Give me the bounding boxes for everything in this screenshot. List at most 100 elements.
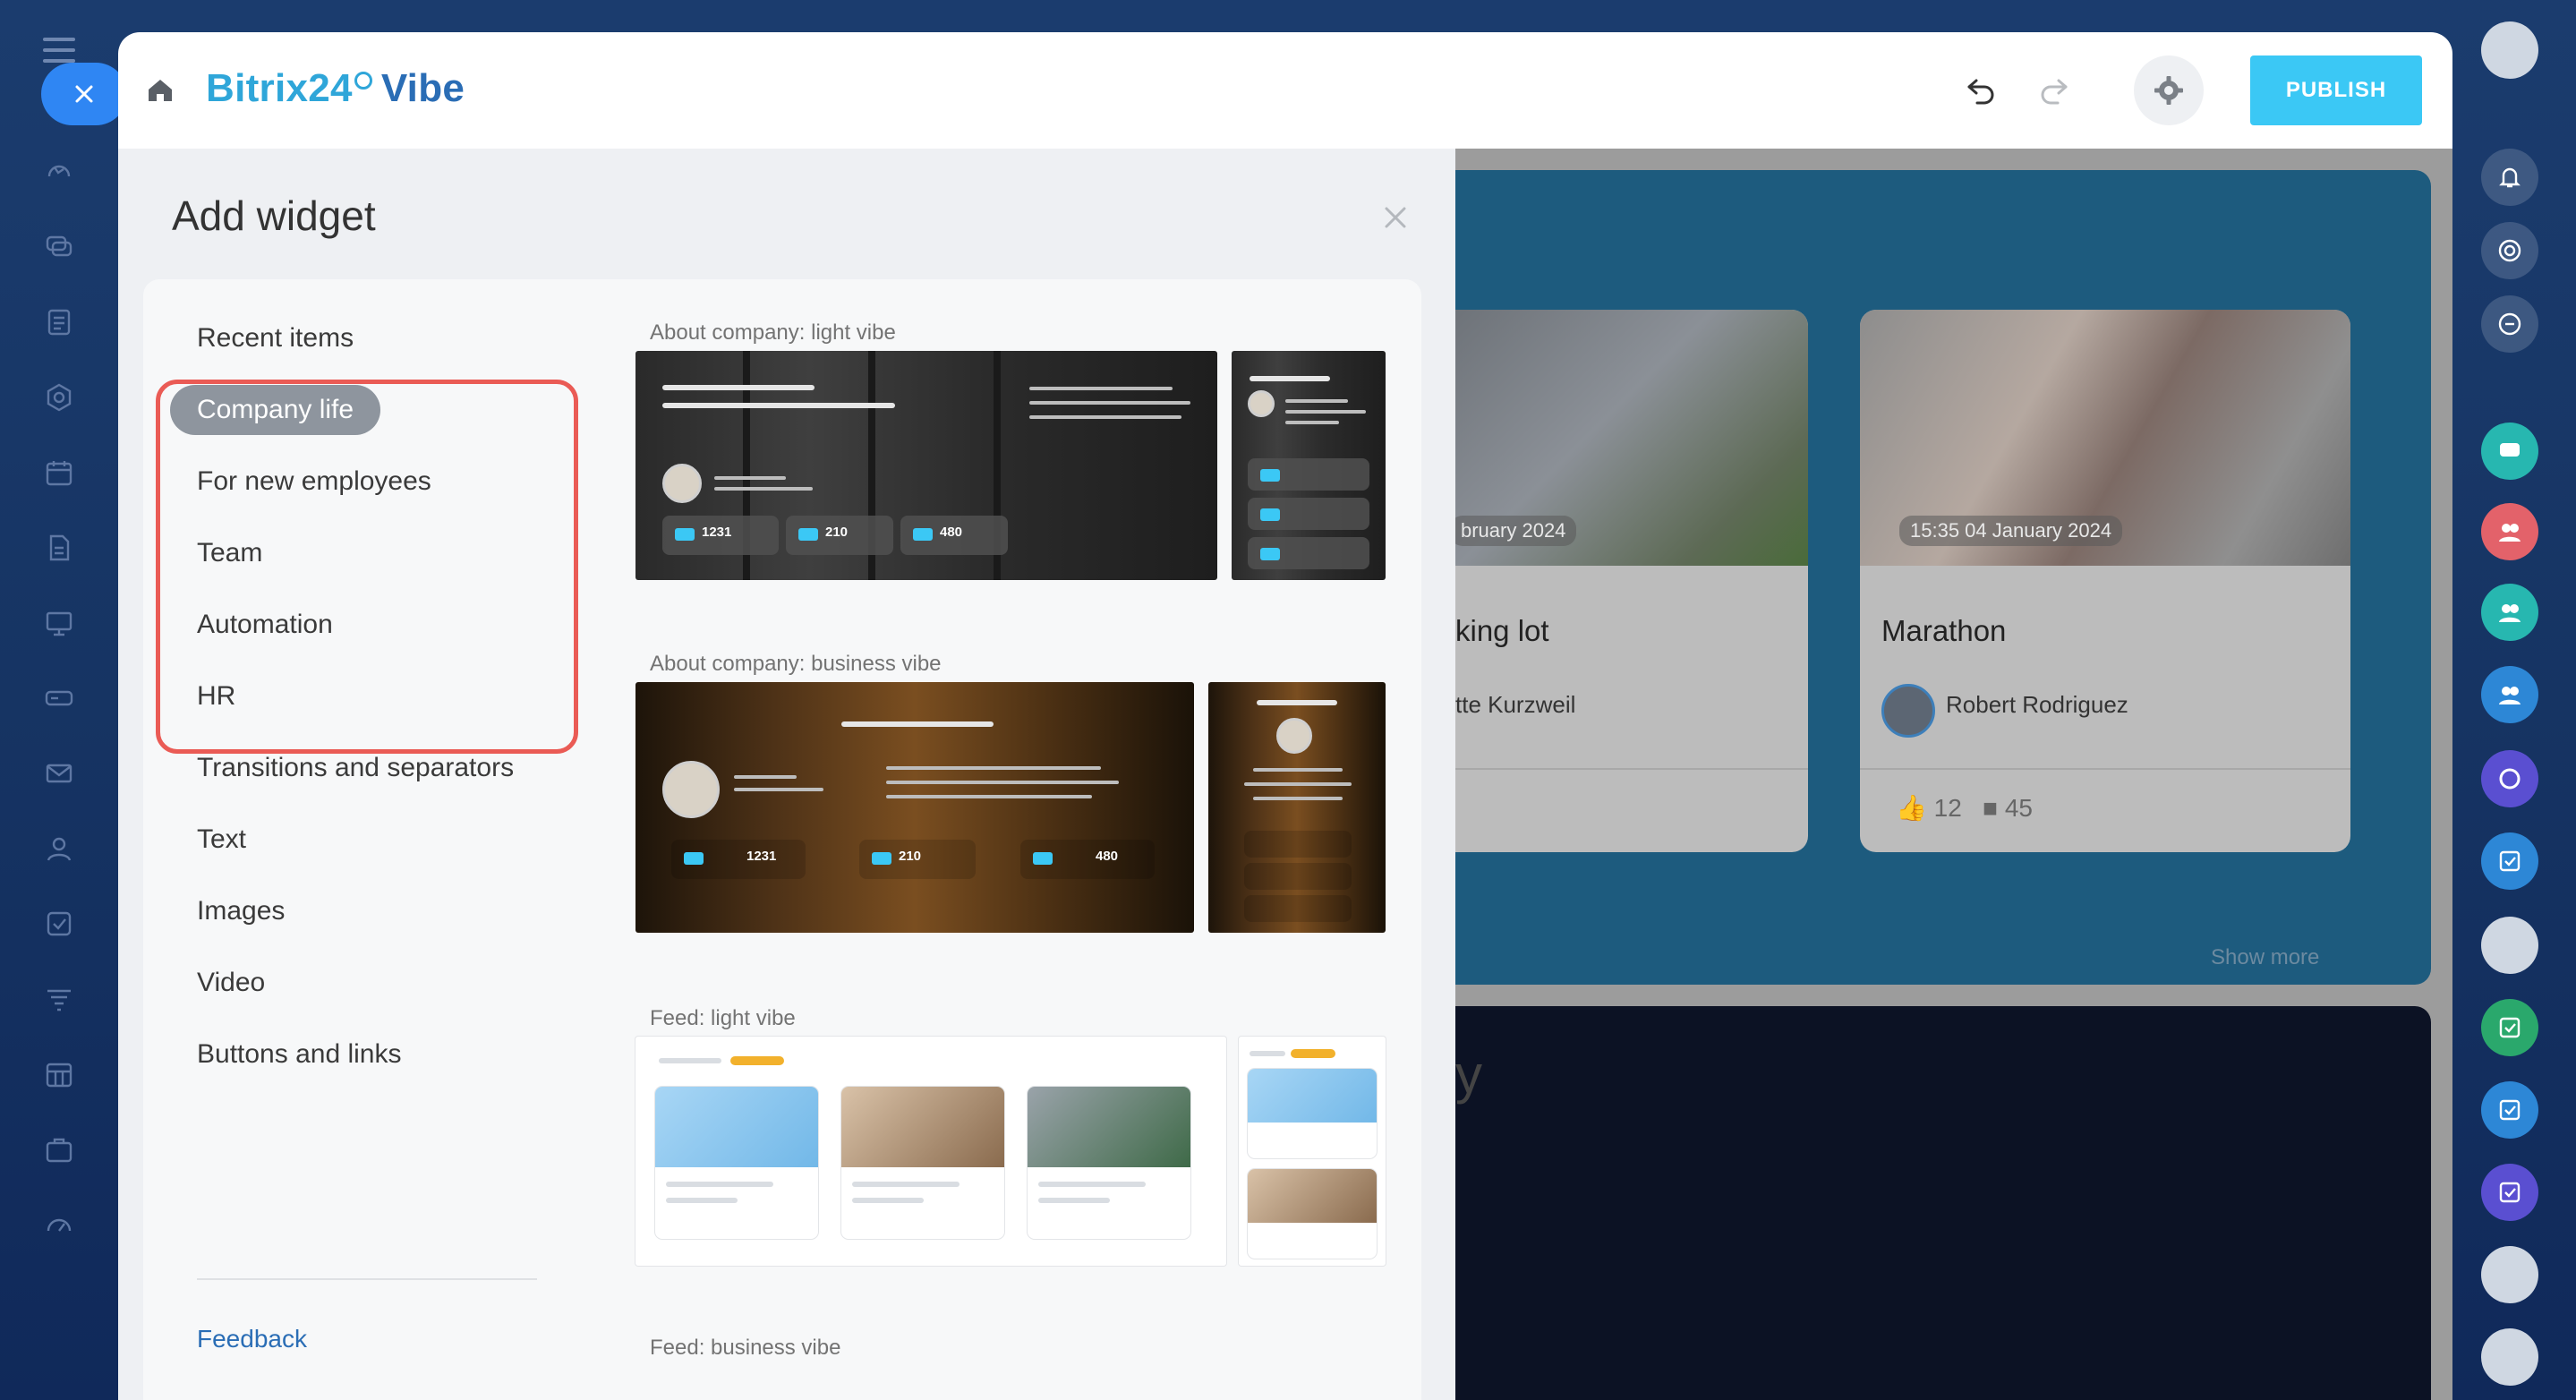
category-for-new-employees[interactable]: For new employees (197, 457, 431, 507)
bell-icon[interactable] (2481, 149, 2538, 206)
user-avatar[interactable] (2481, 1328, 2538, 1386)
feed-card[interactable]: bruary 2024 king lot tte Kurzweil (1455, 310, 1808, 852)
widget-preview-feed-light[interactable] (635, 1037, 1226, 1266)
user-avatar[interactable] (2481, 1246, 2538, 1303)
text-line (666, 1182, 773, 1187)
category-hr[interactable]: HR (197, 671, 235, 721)
category-transitions-and-separators[interactable]: Transitions and separators (197, 743, 514, 793)
badge (1291, 1049, 1335, 1058)
target-icon[interactable] (2481, 222, 2538, 279)
preview-label: About company: business vibe (650, 652, 942, 676)
text-line (1038, 1182, 1146, 1187)
redo-icon[interactable] (2035, 72, 2071, 107)
badge (730, 1056, 784, 1065)
text-line (659, 1058, 721, 1063)
widget-preview-about-light-mobile[interactable] (1232, 351, 1386, 580)
chat-team-icon[interactable] (2481, 423, 2538, 480)
group-icon[interactable] (2481, 666, 2538, 723)
task-icon[interactable] (2481, 1164, 2538, 1221)
user-avatar[interactable] (2481, 21, 2538, 79)
text-line (734, 788, 823, 791)
stat-tile: 210 (786, 516, 893, 555)
crm-icon[interactable] (41, 380, 77, 415)
add-widget-panel: Add widget Recent items Company life For… (118, 149, 1455, 1400)
show-more-link[interactable]: Show more (2211, 945, 2319, 970)
widget-preview-feed-light-mobile[interactable] (1239, 1037, 1386, 1266)
category-team[interactable]: Team (197, 528, 262, 578)
calendar-icon[interactable] (41, 455, 77, 491)
card-icon (1260, 508, 1280, 521)
widget-preview-about-business[interactable]: 1231 210 480 (635, 682, 1194, 933)
stat-value: 480 (1096, 849, 1119, 864)
gauge-icon[interactable] (41, 1207, 77, 1242)
category-video[interactable]: Video (197, 958, 265, 1008)
group-icon (675, 528, 695, 541)
dark-widget-block (1455, 1006, 2431, 1400)
publish-button[interactable]: PUBLISH (2250, 55, 2422, 125)
group-icon (1260, 469, 1280, 482)
feed-card (655, 1087, 818, 1239)
category-text[interactable]: Text (197, 815, 246, 865)
feed-card[interactable]: 15:35 04 January 2024 Marathon Robert Ro… (1860, 310, 2350, 852)
close-icon[interactable] (1384, 206, 1407, 229)
feedback-link[interactable]: Feedback (197, 1325, 307, 1353)
undo-icon[interactable] (1964, 72, 2000, 107)
text-line (886, 781, 1119, 784)
mail-icon[interactable] (41, 755, 77, 791)
text-line (1029, 387, 1173, 390)
funnel-icon[interactable] (41, 981, 77, 1017)
calendar-grid-icon[interactable] (41, 1056, 77, 1092)
reactions: 👍 12 ■ 45 (1896, 793, 2033, 823)
feed-icon[interactable] (41, 304, 77, 340)
like-count: 12 (1933, 794, 1962, 822)
purple-circle-icon[interactable] (2481, 750, 2538, 807)
feed-card (1248, 1069, 1377, 1158)
avatar (662, 761, 720, 818)
stat-tile (1248, 537, 1369, 569)
sites-icon[interactable] (41, 154, 77, 190)
tasks-icon[interactable] (41, 906, 77, 942)
group-icon[interactable] (2481, 503, 2538, 560)
text-line (886, 795, 1092, 798)
presentation-icon[interactable] (41, 605, 77, 641)
search-chat-icon[interactable] (2481, 295, 2538, 353)
text-line (1250, 1051, 1285, 1056)
category-images[interactable]: Images (197, 886, 285, 936)
feed-card (841, 1087, 1004, 1239)
widget-preview-about-light[interactable]: 1231 210 480 (635, 351, 1217, 580)
category-recent-items[interactable]: Recent items (197, 313, 354, 363)
text-line (1029, 415, 1181, 419)
comment-icon[interactable]: ■ (1983, 794, 1998, 822)
left-rail (0, 0, 127, 1400)
employees-icon[interactable] (41, 831, 77, 866)
right-rail (2452, 0, 2576, 1400)
task-icon[interactable] (2481, 1081, 2538, 1139)
documents-icon[interactable] (41, 530, 77, 566)
settings-button[interactable] (2134, 55, 2204, 125)
preview-label: Feed: business vibe (650, 1336, 841, 1360)
category-company-life[interactable]: Company life (170, 385, 381, 435)
briefcase-icon (1033, 852, 1053, 865)
task-icon[interactable] (2481, 832, 2538, 890)
chat-icon[interactable] (41, 229, 77, 265)
stat-tile (1244, 895, 1352, 922)
category-automation[interactable]: Automation (197, 600, 333, 650)
text-line (1285, 410, 1366, 414)
stat-value: 210 (899, 849, 922, 864)
menu-icon[interactable] (43, 38, 75, 63)
partial-heading: y (1455, 1045, 1482, 1105)
close-button[interactable] (41, 63, 127, 125)
group-icon[interactable] (2481, 584, 2538, 641)
like-icon[interactable]: 👍 (1896, 794, 1927, 822)
divider (1860, 768, 2350, 770)
task-icon[interactable] (2481, 999, 2538, 1056)
briefcase-icon[interactable] (41, 1131, 77, 1167)
text-line (886, 766, 1101, 770)
home-icon[interactable] (145, 75, 175, 106)
widget-preview-about-business-mobile[interactable] (1208, 682, 1386, 933)
user-avatar[interactable] (2481, 917, 2538, 974)
title-line (1250, 376, 1330, 381)
feed-widget-block: bruary 2024 king lot tte Kurzweil 15:35 … (1455, 170, 2431, 985)
drive-icon[interactable] (41, 680, 77, 716)
category-buttons-and-links[interactable]: Buttons and links (197, 1029, 401, 1080)
